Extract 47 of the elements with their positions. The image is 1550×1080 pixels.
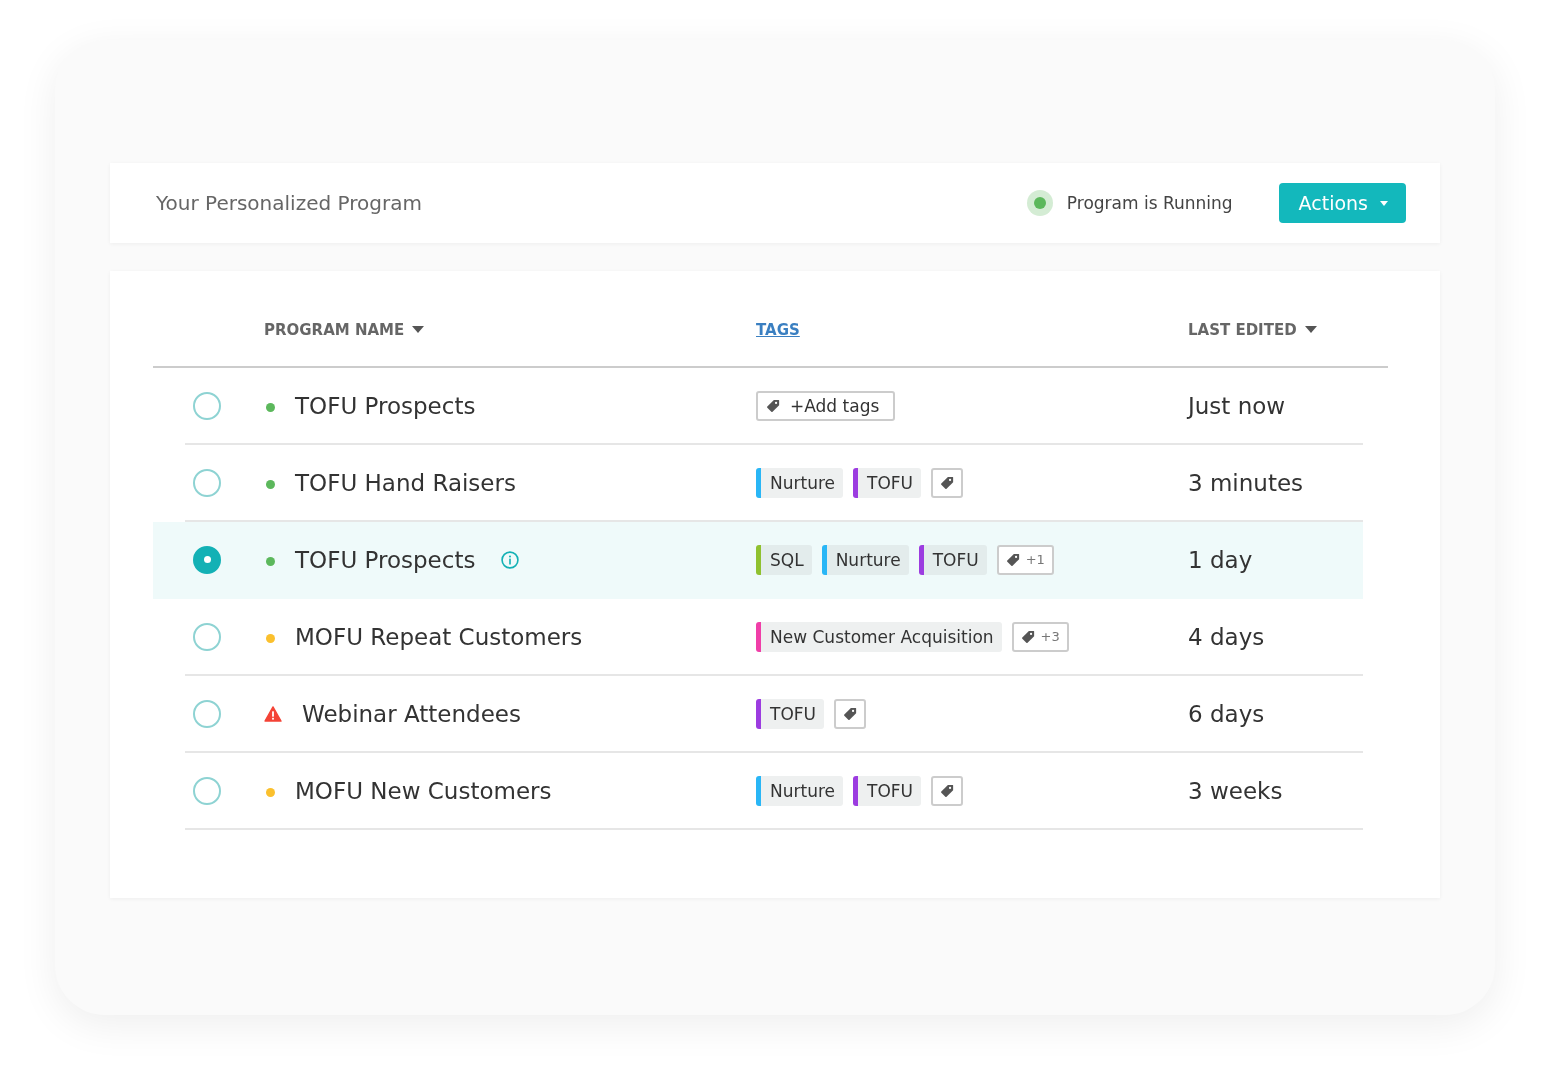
more-tags-button[interactable]: +3 bbox=[1011, 621, 1069, 652]
tag-chip: TOFU bbox=[853, 467, 921, 498]
tag-icon bbox=[940, 783, 954, 798]
radio-button[interactable] bbox=[193, 545, 221, 574]
last-edited-time: 3 weeks bbox=[1188, 777, 1284, 804]
more-tags-button[interactable]: +1 bbox=[996, 544, 1054, 575]
tag-chip: Nurture bbox=[821, 544, 909, 575]
info-icon[interactable] bbox=[501, 550, 520, 569]
last-edited-time: 6 days bbox=[1188, 700, 1266, 727]
selected-row[interactable]: TOFU Prospects SQL Nurture TOFU +1 1 day bbox=[153, 522, 1363, 599]
tag-chip: TOFU bbox=[918, 544, 987, 575]
radio-button[interactable] bbox=[193, 468, 221, 497]
radio-button[interactable] bbox=[193, 622, 221, 651]
tag-button[interactable] bbox=[931, 467, 963, 498]
tag-chip: Nurture bbox=[756, 775, 843, 806]
tag-icon bbox=[1005, 552, 1020, 567]
tag-button[interactable] bbox=[834, 698, 866, 729]
radio-button[interactable] bbox=[193, 776, 221, 805]
last-edited-time: Just now bbox=[1188, 392, 1287, 419]
warning-icon bbox=[264, 705, 282, 722]
tag-icon bbox=[940, 475, 954, 490]
program-name[interactable]: MOFU New Customers bbox=[295, 777, 552, 804]
tag-chip: TOFU bbox=[853, 775, 921, 806]
sort-header[interactable]: PROGRAM NAME bbox=[264, 320, 425, 339]
radio-button[interactable] bbox=[193, 391, 221, 420]
program-name[interactable]: TOFU Prospects bbox=[295, 392, 476, 419]
program-name[interactable]: TOFU Prospects bbox=[295, 546, 476, 573]
tag-chip: New Customer Acquisition bbox=[756, 621, 1002, 652]
last-edited-time: 1 day bbox=[1188, 546, 1254, 573]
tag-button[interactable] bbox=[931, 775, 963, 806]
program-name[interactable]: TOFU Hand Raisers bbox=[295, 469, 516, 496]
tag-chip: Nurture bbox=[756, 467, 843, 498]
add-tags-button[interactable]: +Add tags bbox=[756, 390, 896, 421]
tag-icon bbox=[1020, 629, 1035, 644]
sort-header[interactable]: LAST EDITED bbox=[1188, 320, 1317, 339]
tag-chip: SQL bbox=[756, 544, 812, 575]
tag-icon bbox=[843, 706, 857, 721]
last-edited-time: 3 minutes bbox=[1188, 469, 1305, 496]
program-name[interactable]: MOFU Repeat Customers bbox=[295, 623, 583, 650]
last-edited-time: 4 days bbox=[1188, 623, 1266, 650]
program-name[interactable]: Webinar Attendees bbox=[302, 700, 521, 727]
tag-chip: TOFU bbox=[756, 698, 824, 729]
page-title: Your Personalized Program bbox=[156, 191, 423, 215]
status-label: Program is Running bbox=[1066, 193, 1233, 213]
radio-button[interactable] bbox=[193, 699, 221, 728]
tag-icon bbox=[766, 398, 780, 413]
link-header[interactable]: TAGS bbox=[756, 320, 800, 339]
